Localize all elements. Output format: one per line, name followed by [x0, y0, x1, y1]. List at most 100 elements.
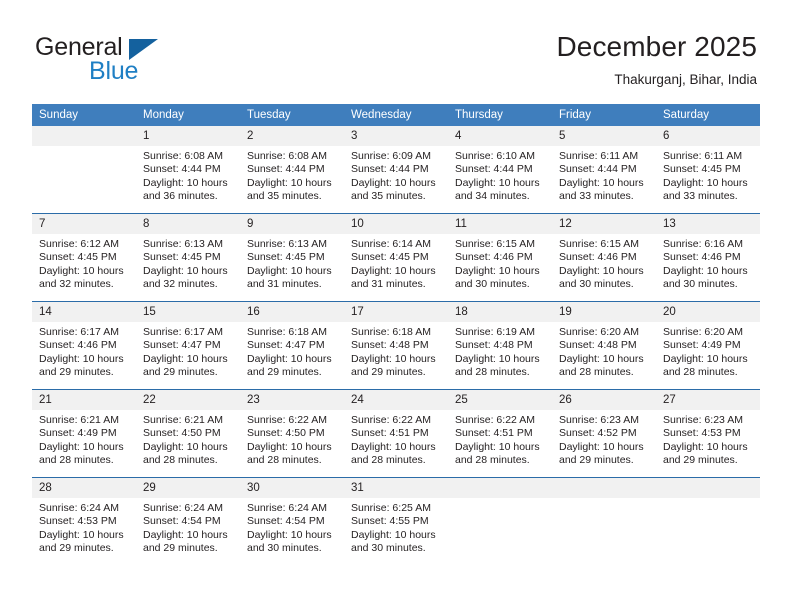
- day-number[interactable]: 19: [552, 302, 656, 322]
- day-number[interactable]: 6: [656, 126, 760, 146]
- day-cell[interactable]: Sunrise: 6:24 AM Sunset: 4:54 PM Daylight:…: [240, 498, 344, 565]
- day-number[interactable]: 11: [448, 214, 552, 234]
- day-info-line: and 35 minutes.: [351, 190, 426, 203]
- day-info-line: Daylight: 10 hours: [143, 440, 228, 453]
- day-cell-empty: [448, 498, 552, 565]
- day-cell[interactable]: Sunrise: 6:08 AM Sunset: 4:44 PM Daylight:…: [136, 146, 240, 213]
- day-cell[interactable]: Sunrise: 6:22 AM Sunset: 4:50 PM Daylight:…: [240, 410, 344, 477]
- day-info-line: Sunrise: 6:11 AM: [663, 150, 743, 162]
- week-daynumber-row: 14 15 16 17 18 19 20: [32, 302, 760, 322]
- day-number[interactable]: 4: [448, 126, 552, 146]
- day-info-line: Sunrise: 6:24 AM: [143, 502, 223, 514]
- day-number[interactable]: 30: [240, 478, 344, 498]
- day-info-line: Sunrise: 6:10 AM: [455, 150, 535, 162]
- day-number[interactable]: 5: [552, 126, 656, 146]
- day-cell[interactable]: Sunrise: 6:22 AM Sunset: 4:51 PM Daylight:…: [344, 410, 448, 477]
- day-number[interactable]: 9: [240, 214, 344, 234]
- day-number[interactable]: 15: [136, 302, 240, 322]
- day-cell[interactable]: Sunrise: 6:24 AM Sunset: 4:54 PM Daylight:…: [136, 498, 240, 565]
- day-number[interactable]: 14: [32, 302, 136, 322]
- day-info-line: Sunrise: 6:20 AM: [663, 326, 743, 338]
- day-cell[interactable]: Sunrise: 6:15 AM Sunset: 4:46 PM Daylight:…: [448, 234, 552, 301]
- day-number-empty: [32, 126, 136, 146]
- day-cell[interactable]: Sunrise: 6:20 AM Sunset: 4:48 PM Daylight:…: [552, 322, 656, 389]
- day-number[interactable]: 8: [136, 214, 240, 234]
- day-number[interactable]: 28: [32, 478, 136, 498]
- day-cell[interactable]: Sunrise: 6:25 AM Sunset: 4:55 PM Daylight:…: [344, 498, 448, 565]
- day-number[interactable]: 10: [344, 214, 448, 234]
- day-number[interactable]: 21: [32, 390, 136, 410]
- day-number-empty: [448, 478, 552, 498]
- day-info-line: Daylight: 10 hours: [455, 176, 540, 189]
- week-daynumber-row: 21 22 23 24 25 26 27: [32, 390, 760, 410]
- day-cell[interactable]: Sunrise: 6:21 AM Sunset: 4:50 PM Daylight:…: [136, 410, 240, 477]
- day-number[interactable]: 13: [656, 214, 760, 234]
- day-number[interactable]: 22: [136, 390, 240, 410]
- day-info-line: Sunrise: 6:18 AM: [247, 326, 327, 338]
- day-cell[interactable]: Sunrise: 6:18 AM Sunset: 4:48 PM Daylight:…: [344, 322, 448, 389]
- day-info-line: Sunset: 4:52 PM: [559, 427, 637, 440]
- day-info-line: Sunrise: 6:16 AM: [663, 238, 743, 250]
- day-number[interactable]: 31: [344, 478, 448, 498]
- day-cell[interactable]: Sunrise: 6:14 AM Sunset: 4:45 PM Daylight:…: [344, 234, 448, 301]
- day-number[interactable]: 7: [32, 214, 136, 234]
- day-cell[interactable]: Sunrise: 6:19 AM Sunset: 4:48 PM Daylight:…: [448, 322, 552, 389]
- day-number[interactable]: 29: [136, 478, 240, 498]
- day-number[interactable]: 1: [136, 126, 240, 146]
- day-info-line: and 29 minutes.: [663, 454, 738, 467]
- day-cell[interactable]: Sunrise: 6:12 AM Sunset: 4:45 PM Daylight:…: [32, 234, 136, 301]
- day-info-line: Sunset: 4:51 PM: [351, 427, 429, 440]
- day-info-line: Sunrise: 6:13 AM: [143, 238, 223, 250]
- calendar-table: Sunday Monday Tuesday Wednesday Thursday…: [32, 104, 760, 565]
- day-cell[interactable]: Sunrise: 6:13 AM Sunset: 4:45 PM Daylight:…: [240, 234, 344, 301]
- day-cell[interactable]: Sunrise: 6:18 AM Sunset: 4:47 PM Daylight:…: [240, 322, 344, 389]
- day-cell[interactable]: Sunrise: 6:20 AM Sunset: 4:49 PM Daylight:…: [656, 322, 760, 389]
- day-info-line: Daylight: 10 hours: [143, 528, 228, 541]
- day-info-line: Sunrise: 6:13 AM: [247, 238, 327, 250]
- weekday-header-saturday: Saturday: [656, 104, 760, 126]
- day-info-line: Sunrise: 6:17 AM: [143, 326, 223, 338]
- day-info-line: Sunset: 4:45 PM: [663, 163, 741, 176]
- day-cell[interactable]: Sunrise: 6:23 AM Sunset: 4:53 PM Daylight:…: [656, 410, 760, 477]
- day-number[interactable]: 20: [656, 302, 760, 322]
- day-cell[interactable]: Sunrise: 6:11 AM Sunset: 4:44 PM Daylight:…: [552, 146, 656, 213]
- day-cell[interactable]: Sunrise: 6:15 AM Sunset: 4:46 PM Daylight:…: [552, 234, 656, 301]
- day-info-line: Daylight: 10 hours: [559, 264, 644, 277]
- day-cell[interactable]: Sunrise: 6:13 AM Sunset: 4:45 PM Daylight:…: [136, 234, 240, 301]
- page-title: December 2025: [556, 31, 757, 62]
- generalblue-logo[interactable]: General Blue: [35, 33, 245, 89]
- day-number[interactable]: 23: [240, 390, 344, 410]
- day-number[interactable]: 27: [656, 390, 760, 410]
- day-info-line: Daylight: 10 hours: [663, 176, 748, 189]
- day-number[interactable]: 2: [240, 126, 344, 146]
- day-info-line: Daylight: 10 hours: [351, 440, 436, 453]
- day-number[interactable]: 12: [552, 214, 656, 234]
- day-info-line: Sunrise: 6:14 AM: [351, 238, 431, 250]
- day-number[interactable]: 18: [448, 302, 552, 322]
- day-info-line: Sunrise: 6:21 AM: [143, 414, 223, 426]
- day-number[interactable]: 26: [552, 390, 656, 410]
- day-info-line: Daylight: 10 hours: [143, 264, 228, 277]
- day-number[interactable]: 16: [240, 302, 344, 322]
- day-info-line: and 29 minutes.: [39, 366, 114, 379]
- day-cell[interactable]: Sunrise: 6:17 AM Sunset: 4:46 PM Daylight:…: [32, 322, 136, 389]
- day-cell[interactable]: Sunrise: 6:24 AM Sunset: 4:53 PM Daylight:…: [32, 498, 136, 565]
- day-cell[interactable]: Sunrise: 6:10 AM Sunset: 4:44 PM Daylight:…: [448, 146, 552, 213]
- day-cell[interactable]: Sunrise: 6:21 AM Sunset: 4:49 PM Daylight:…: [32, 410, 136, 477]
- day-cell[interactable]: Sunrise: 6:22 AM Sunset: 4:51 PM Daylight:…: [448, 410, 552, 477]
- day-cell[interactable]: Sunrise: 6:23 AM Sunset: 4:52 PM Daylight:…: [552, 410, 656, 477]
- day-number[interactable]: 3: [344, 126, 448, 146]
- day-cell[interactable]: Sunrise: 6:16 AM Sunset: 4:46 PM Daylight:…: [656, 234, 760, 301]
- day-info-line: Daylight: 10 hours: [247, 352, 332, 365]
- day-info-line: and 28 minutes.: [351, 454, 426, 467]
- day-cell[interactable]: Sunrise: 6:09 AM Sunset: 4:44 PM Daylight:…: [344, 146, 448, 213]
- day-number[interactable]: 17: [344, 302, 448, 322]
- day-cell[interactable]: Sunrise: 6:08 AM Sunset: 4:44 PM Daylight:…: [240, 146, 344, 213]
- day-number[interactable]: 24: [344, 390, 448, 410]
- week-daynumber-row: 7 8 9 10 11 12 13: [32, 214, 760, 234]
- day-number[interactable]: 25: [448, 390, 552, 410]
- day-cell[interactable]: Sunrise: 6:17 AM Sunset: 4:47 PM Daylight:…: [136, 322, 240, 389]
- day-cell[interactable]: Sunrise: 6:11 AM Sunset: 4:45 PM Daylight:…: [656, 146, 760, 213]
- day-info-line: and 30 minutes.: [559, 278, 634, 291]
- day-info-line: Sunset: 4:45 PM: [143, 251, 221, 264]
